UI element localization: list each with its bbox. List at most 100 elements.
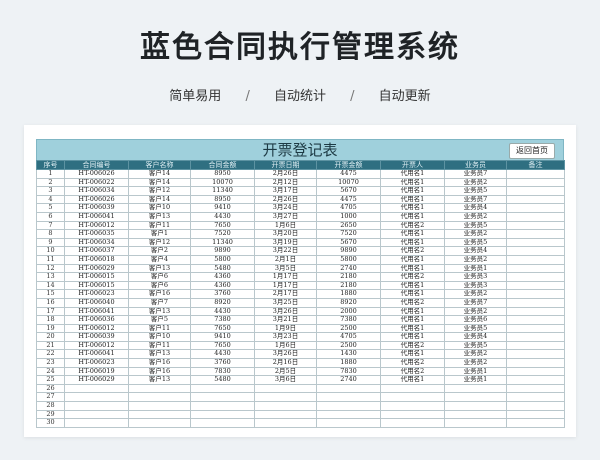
table-cell[interactable]: 2月1日 bbox=[254, 254, 317, 265]
table-cell[interactable]: HT-006035 bbox=[64, 229, 129, 239]
table-cell[interactable] bbox=[506, 392, 565, 403]
table-cell[interactable]: 客户7 bbox=[128, 297, 191, 308]
table-cell[interactable]: 2740 bbox=[316, 263, 381, 274]
table-cell[interactable]: 业务员2 bbox=[444, 358, 507, 368]
table-cell[interactable]: 业务员2 bbox=[444, 306, 507, 317]
table-cell[interactable]: HT-006022 bbox=[64, 177, 129, 188]
table-cell[interactable]: 客户11 bbox=[128, 220, 191, 231]
table-cell[interactable] bbox=[254, 401, 317, 411]
table-cell[interactable]: 客户13 bbox=[128, 306, 191, 317]
table-cell[interactable]: 28 bbox=[36, 401, 65, 411]
table-cell[interactable]: 7650 bbox=[190, 220, 255, 231]
column-header[interactable]: 序号 bbox=[36, 160, 65, 170]
table-cell[interactable]: 客户1 bbox=[128, 229, 191, 239]
table-cell[interactable] bbox=[64, 392, 129, 403]
table-cell[interactable]: 2650 bbox=[316, 220, 381, 231]
table-cell[interactable] bbox=[128, 392, 191, 403]
table-cell[interactable]: 代用名1 bbox=[380, 203, 445, 213]
table-cell[interactable]: 4475 bbox=[316, 194, 381, 205]
table-cell[interactable]: 3月24日 bbox=[254, 203, 317, 213]
table-cell[interactable]: 代用名2 bbox=[380, 272, 445, 282]
table-cell[interactable]: 代用名1 bbox=[380, 315, 445, 325]
table-cell[interactable]: HT-006039 bbox=[64, 332, 129, 342]
table-cell[interactable] bbox=[506, 254, 565, 265]
table-cell[interactable]: 1月17日 bbox=[254, 280, 317, 291]
table-cell[interactable] bbox=[506, 366, 565, 377]
table-cell[interactable]: 15 bbox=[36, 289, 65, 299]
table-cell[interactable]: 21 bbox=[36, 340, 65, 351]
table-cell[interactable] bbox=[506, 194, 565, 205]
table-cell[interactable] bbox=[316, 401, 381, 411]
table-cell[interactable]: 2180 bbox=[316, 272, 381, 282]
table-cell[interactable]: 代用名1 bbox=[380, 254, 445, 265]
table-cell[interactable]: 11 bbox=[36, 254, 65, 265]
table-cell[interactable] bbox=[506, 186, 565, 196]
table-cell[interactable]: 3月19日 bbox=[254, 237, 317, 248]
column-header[interactable]: 合同编号 bbox=[64, 160, 129, 170]
column-header[interactable]: 开票日期 bbox=[254, 160, 317, 170]
table-cell[interactable]: 5800 bbox=[190, 254, 255, 265]
table-cell[interactable]: 业务员1 bbox=[444, 366, 507, 377]
table-cell[interactable]: 7380 bbox=[190, 315, 255, 325]
table-cell[interactable]: 3760 bbox=[190, 358, 255, 368]
table-cell[interactable]: 业务员2 bbox=[444, 349, 507, 360]
table-cell[interactable]: HT-006029 bbox=[64, 375, 129, 385]
table-cell[interactable]: 客户14 bbox=[128, 169, 191, 179]
table-cell[interactable]: 客户11 bbox=[128, 323, 191, 334]
table-cell[interactable]: 8950 bbox=[190, 194, 255, 205]
table-cell[interactable]: 客户16 bbox=[128, 289, 191, 299]
table-cell[interactable]: 17 bbox=[36, 306, 65, 317]
table-cell[interactable]: 5 bbox=[36, 203, 65, 213]
table-cell[interactable]: 7520 bbox=[316, 229, 381, 239]
table-cell[interactable]: 4 bbox=[36, 194, 65, 205]
table-cell[interactable] bbox=[316, 418, 381, 428]
table-cell[interactable]: HT-006026 bbox=[64, 169, 129, 179]
table-cell[interactable]: 9 bbox=[36, 237, 65, 248]
column-header[interactable]: 备注 bbox=[506, 160, 565, 170]
table-cell[interactable]: 13 bbox=[36, 272, 65, 282]
table-cell[interactable]: 代用名2 bbox=[380, 297, 445, 308]
table-cell[interactable]: 9410 bbox=[190, 203, 255, 213]
table-cell[interactable]: 业务员5 bbox=[444, 340, 507, 351]
table-cell[interactable]: 3月26日 bbox=[254, 306, 317, 317]
table-cell[interactable] bbox=[506, 401, 565, 411]
table-cell[interactable]: 4705 bbox=[316, 332, 381, 342]
table-cell[interactable] bbox=[128, 418, 191, 428]
table-cell[interactable]: 客户16 bbox=[128, 366, 191, 377]
table-cell[interactable]: 业务员2 bbox=[444, 211, 507, 222]
table-cell[interactable] bbox=[506, 383, 565, 394]
table-cell[interactable]: 23 bbox=[36, 358, 65, 368]
table-cell[interactable]: 3月25日 bbox=[254, 297, 317, 308]
table-cell[interactable]: 3月22日 bbox=[254, 246, 317, 256]
table-cell[interactable]: 8920 bbox=[190, 297, 255, 308]
table-cell[interactable]: 代用名2 bbox=[380, 366, 445, 377]
table-cell[interactable]: 5480 bbox=[190, 263, 255, 274]
table-cell[interactable]: 客户13 bbox=[128, 375, 191, 385]
table-cell[interactable]: 2740 bbox=[316, 375, 381, 385]
table-cell[interactable]: 代用名1 bbox=[380, 306, 445, 317]
table-cell[interactable]: 客户11 bbox=[128, 340, 191, 351]
column-header[interactable]: 业务员 bbox=[444, 160, 507, 170]
table-cell[interactable] bbox=[380, 418, 445, 428]
table-cell[interactable]: 20 bbox=[36, 332, 65, 342]
table-cell[interactable]: 代用名2 bbox=[380, 246, 445, 256]
table-cell[interactable]: 业务员4 bbox=[444, 246, 507, 256]
table-cell[interactable] bbox=[444, 409, 507, 420]
table-cell[interactable] bbox=[506, 409, 565, 420]
table-cell[interactable]: 22 bbox=[36, 349, 65, 360]
table-cell[interactable]: 6 bbox=[36, 211, 65, 222]
table-cell[interactable]: HT-006012 bbox=[64, 340, 129, 351]
table-cell[interactable]: 30 bbox=[36, 418, 65, 428]
table-cell[interactable]: 代用名1 bbox=[380, 323, 445, 334]
table-cell[interactable] bbox=[444, 418, 507, 428]
table-cell[interactable] bbox=[506, 272, 565, 282]
table-cell[interactable]: 4430 bbox=[190, 349, 255, 360]
table-cell[interactable]: 8 bbox=[36, 229, 65, 239]
table-cell[interactable]: 业务员7 bbox=[444, 194, 507, 205]
table-cell[interactable]: 代用名1 bbox=[380, 177, 445, 188]
column-header[interactable]: 开票金额 bbox=[316, 160, 381, 170]
table-cell[interactable]: 代用名1 bbox=[380, 280, 445, 291]
table-cell[interactable]: 客户4 bbox=[128, 254, 191, 265]
table-cell[interactable]: 4475 bbox=[316, 169, 381, 179]
table-cell[interactable]: 客户13 bbox=[128, 263, 191, 274]
